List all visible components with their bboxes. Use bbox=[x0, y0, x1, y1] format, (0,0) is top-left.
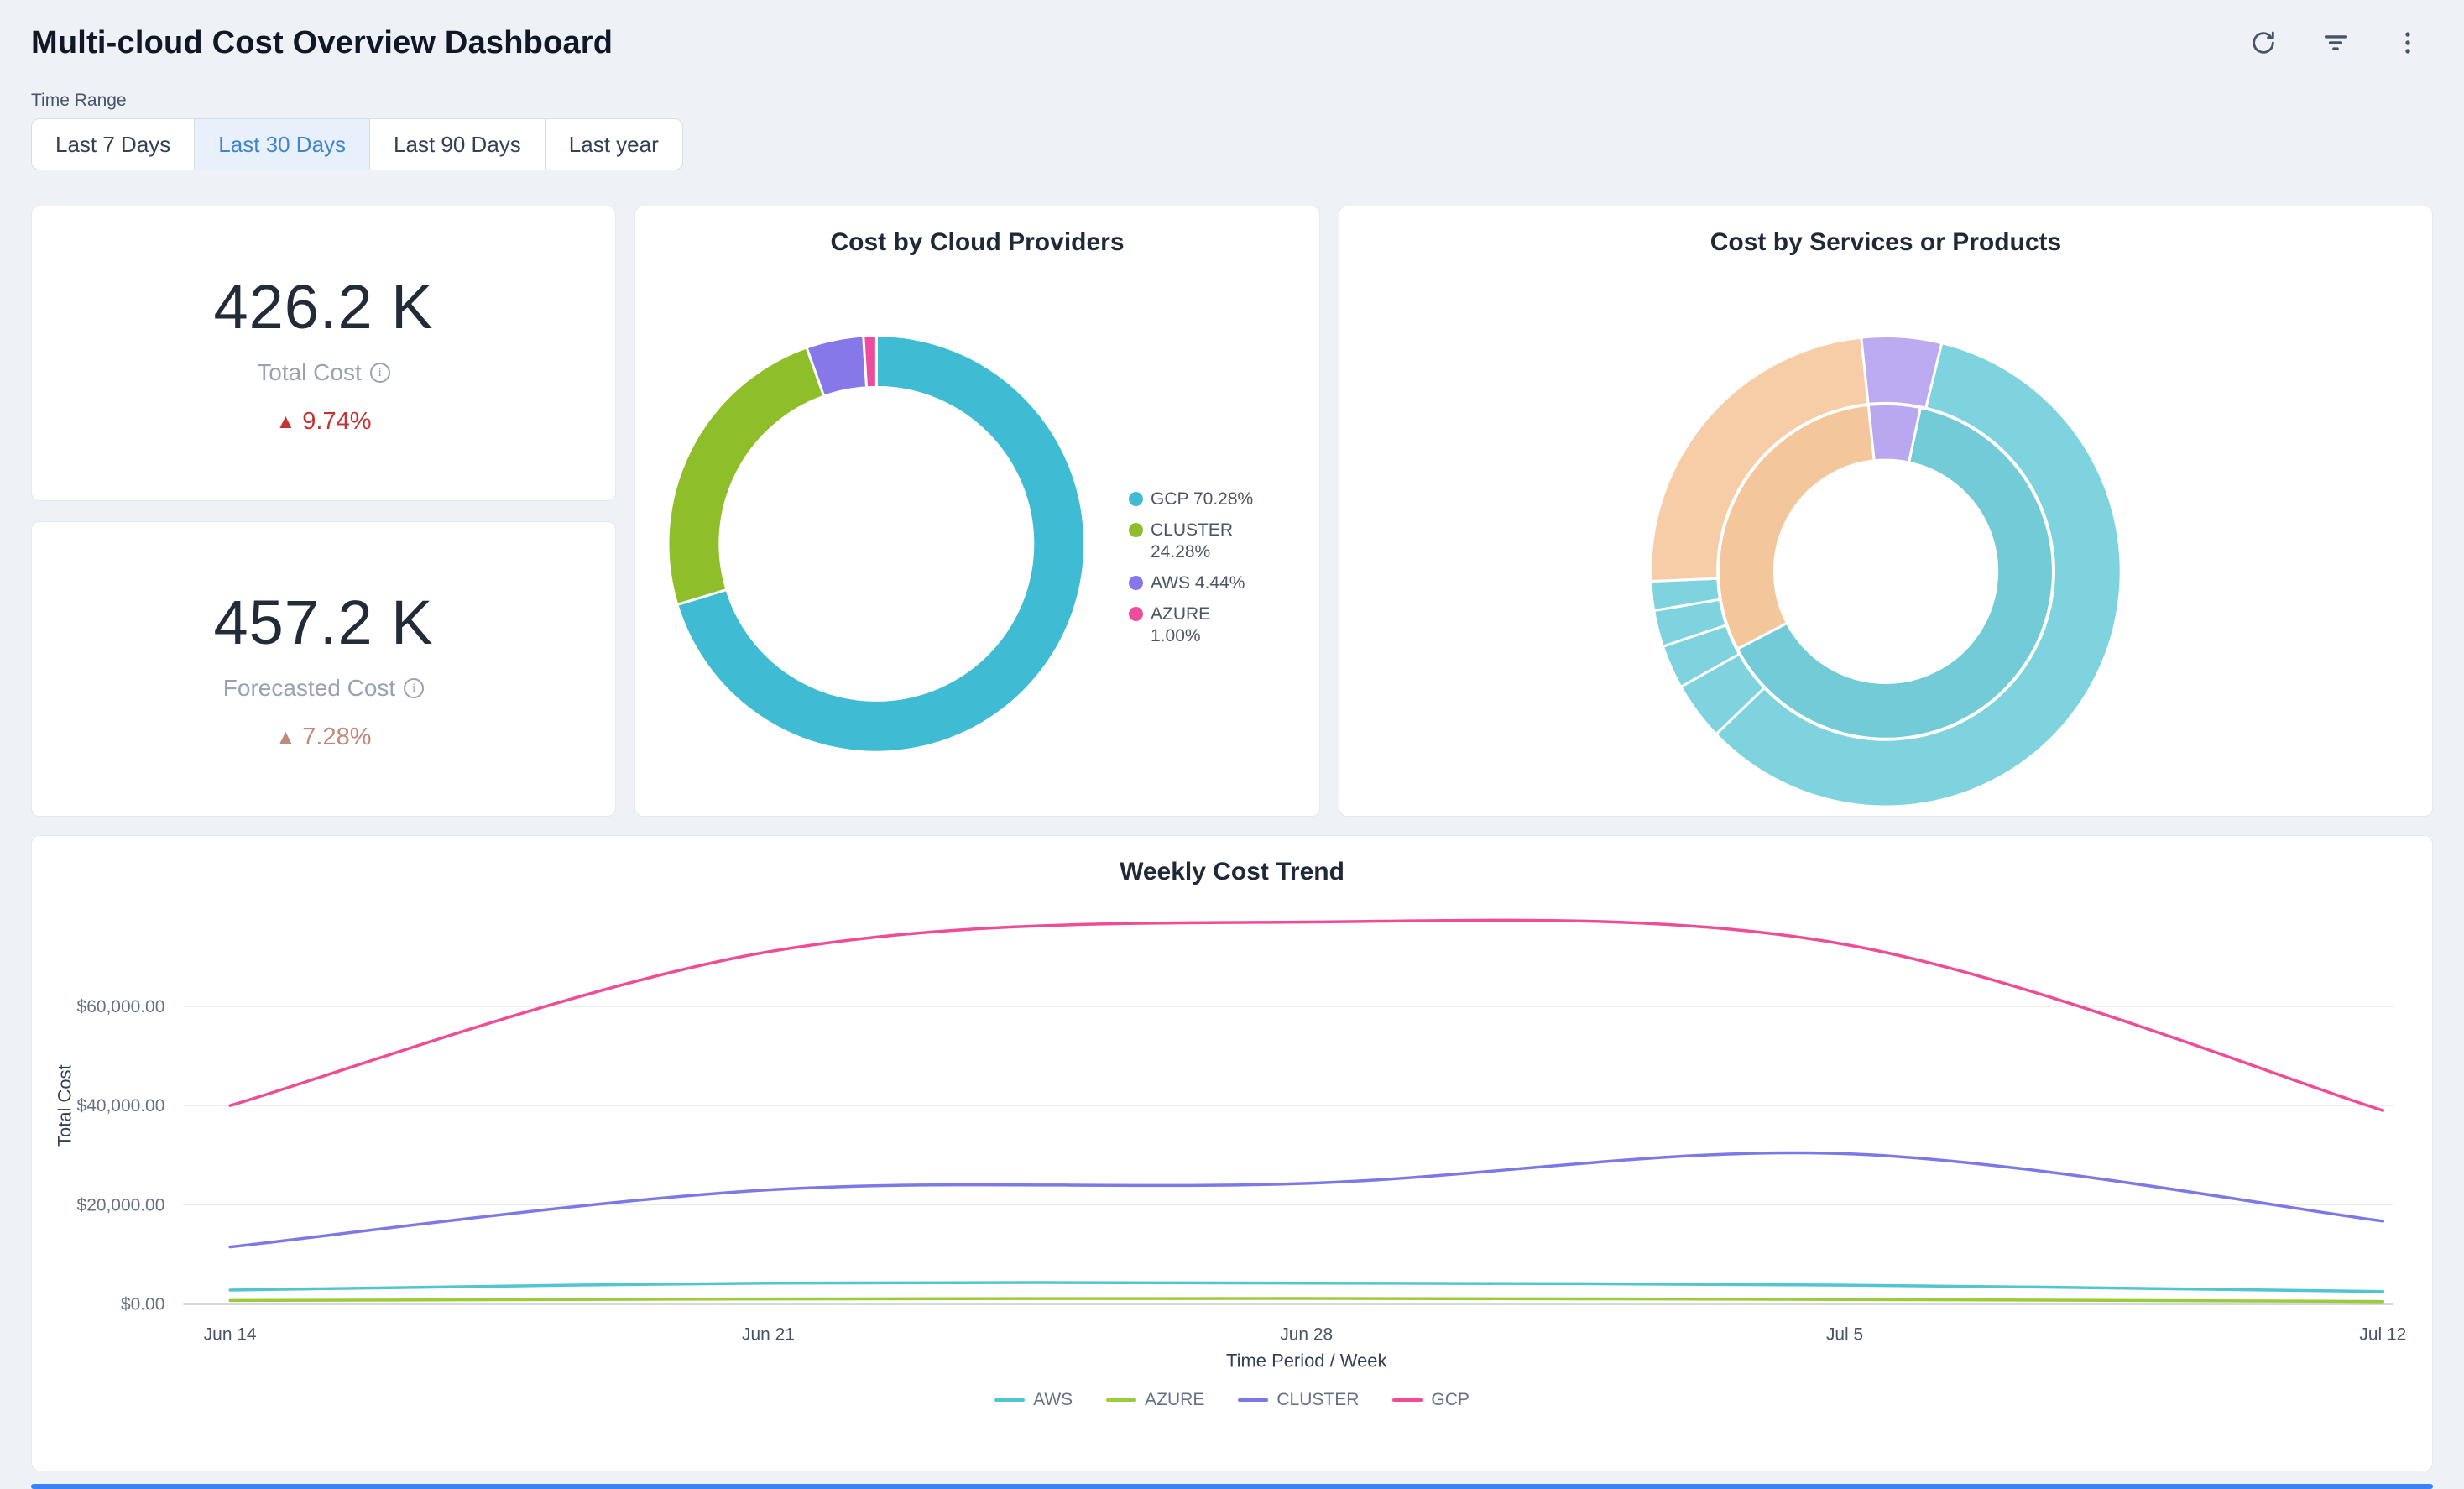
cards-row: 426.2 K Total Cost i ▲ 9.74% 457.2 K For… bbox=[31, 206, 2433, 817]
page-title: Multi-cloud Cost Overview Dashboard bbox=[31, 25, 613, 61]
legend-dot-icon bbox=[1129, 607, 1143, 621]
y-tick-label: $60,000.00 bbox=[77, 997, 165, 1016]
series-line-gcp[interactable] bbox=[230, 920, 2383, 1110]
legend-line-icon bbox=[1238, 1398, 1268, 1402]
kebab-menu-icon bbox=[2394, 29, 2422, 57]
total-cost-card: 426.2 K Total Cost i ▲ 9.74% bbox=[31, 206, 616, 501]
legend-label: GCP 70.28% bbox=[1151, 488, 1253, 510]
delta-value: 9.74% bbox=[302, 408, 371, 436]
legend-line-icon bbox=[1106, 1398, 1136, 1402]
legend-label: GCP bbox=[1431, 1390, 1470, 1410]
y-axis-title: Total Cost bbox=[55, 1064, 76, 1147]
legend-dot-icon bbox=[1129, 523, 1143, 537]
x-tick-label: Jun 28 bbox=[1280, 1324, 1333, 1344]
cost-by-services-card: Cost by Services or Products bbox=[1339, 206, 2433, 817]
time-range-last-30-days[interactable]: Last 30 Days bbox=[194, 118, 370, 170]
legend-label: AZURE 1.00% bbox=[1151, 603, 1265, 647]
legend-item-gcp[interactable]: GCP bbox=[1392, 1390, 1470, 1410]
kpi-column: 426.2 K Total Cost i ▲ 9.74% 457.2 K For… bbox=[31, 206, 616, 817]
forecasted-cost-value: 457.2 K bbox=[213, 587, 433, 658]
up-arrow-icon: ▲ bbox=[276, 410, 296, 434]
y-tick-label: $40,000.00 bbox=[77, 1096, 165, 1115]
delta-value: 7.28% bbox=[302, 724, 371, 751]
legend-label: AWS bbox=[1033, 1390, 1073, 1410]
filter-button[interactable] bbox=[2319, 26, 2352, 60]
x-tick-label: Jun 14 bbox=[204, 1324, 257, 1344]
series-line-cluster[interactable] bbox=[230, 1152, 2383, 1246]
bottom-accent-bar bbox=[31, 1484, 2433, 1489]
up-arrow-icon: ▲ bbox=[276, 726, 296, 750]
legend-dot-icon bbox=[1129, 492, 1143, 506]
weekly-cost-trend-card: Weekly Cost Trend $0.00$20,000.00$40,000… bbox=[31, 835, 2433, 1471]
slice-cluster[interactable] bbox=[668, 347, 824, 605]
services-sunburst-chart[interactable] bbox=[1339, 206, 2432, 816]
time-range-group: Last 7 DaysLast 30 DaysLast 90 DaysLast … bbox=[31, 118, 683, 170]
refresh-button[interactable] bbox=[2247, 26, 2280, 60]
legend-line-icon bbox=[994, 1398, 1025, 1402]
dashboard-page: Multi-cloud Cost Overview Dashboard bbox=[0, 0, 2464, 1471]
weekly-cost-trend-chart[interactable]: $0.00 $20,000.00 $40,000.00 $60,000.00 Jun 1… bbox=[32, 836, 2432, 1471]
legend-dot-icon bbox=[1129, 576, 1143, 590]
x-axis-title: Time Period / Week bbox=[1226, 1350, 1386, 1371]
forecasted-cost-label: Forecasted Cost i bbox=[223, 675, 424, 702]
legend-item-cluster[interactable]: CLUSTER bbox=[1238, 1390, 1359, 1410]
y-tick-label: $20,000.00 bbox=[77, 1195, 165, 1215]
x-tick-label: Jun 21 bbox=[742, 1324, 795, 1344]
series-line-aws[interactable] bbox=[230, 1283, 2383, 1292]
refresh-icon bbox=[2249, 29, 2278, 57]
x-tick-label: Jul 5 bbox=[1826, 1324, 1863, 1344]
legend-label: CLUSTER 24.28% bbox=[1151, 520, 1265, 563]
x-tick-label: Jul 12 bbox=[2359, 1324, 2406, 1344]
info-icon[interactable]: i bbox=[370, 363, 390, 383]
y-tick-label: $0.00 bbox=[121, 1295, 164, 1314]
more-options-button[interactable] bbox=[2391, 26, 2425, 60]
total-cost-delta: ▲ 9.74% bbox=[276, 408, 372, 436]
legend-item-cluster[interactable]: CLUSTER 24.28% bbox=[1129, 520, 1265, 563]
time-range-last-7-days[interactable]: Last 7 Days bbox=[31, 118, 195, 170]
time-range-label: Time Range bbox=[31, 91, 2433, 111]
forecasted-cost-card: 457.2 K Forecasted Cost i ▲ 7.28% bbox=[31, 521, 616, 817]
legend-label: CLUSTER bbox=[1276, 1390, 1359, 1410]
header: Multi-cloud Cost Overview Dashboard bbox=[31, 13, 2433, 72]
legend-item-aws[interactable]: AWS bbox=[994, 1390, 1073, 1410]
header-actions bbox=[2247, 26, 2433, 60]
time-range-section: Time Range Last 7 DaysLast 30 DaysLast 9… bbox=[31, 91, 2433, 170]
cost-by-providers-card: Cost by Cloud Providers GCP 70.28%CLUSTE… bbox=[634, 206, 1320, 817]
legend-label: AWS 4.44% bbox=[1151, 572, 1245, 594]
providers-legend: GCP 70.28% CLUSTER 24.28% AWS 4.44% AZURE 1… bbox=[1129, 488, 1265, 656]
info-icon[interactable]: i bbox=[404, 678, 424, 698]
total-cost-value: 426.2 K bbox=[213, 271, 433, 342]
forecasted-cost-delta: ▲ 7.28% bbox=[276, 724, 372, 751]
trend-legend: AWS AZURE CLUSTER GCP bbox=[32, 1390, 2432, 1410]
total-cost-label: Total Cost i bbox=[257, 359, 390, 386]
slice-azure[interactable] bbox=[864, 336, 877, 388]
legend-item-azure[interactable]: AZURE 1.00% bbox=[1129, 603, 1265, 647]
legend-label: AZURE bbox=[1145, 1390, 1204, 1410]
time-range-last-year[interactable]: Last year bbox=[545, 118, 683, 170]
legend-item-aws[interactable]: AWS 4.44% bbox=[1129, 572, 1265, 594]
series-line-azure[interactable] bbox=[230, 1298, 2383, 1302]
time-range-last-90-days[interactable]: Last 90 Days bbox=[369, 118, 546, 170]
legend-item-azure[interactable]: AZURE bbox=[1106, 1390, 1204, 1410]
legend-item-gcp[interactable]: GCP 70.28% bbox=[1129, 488, 1265, 510]
filter-icon bbox=[2321, 29, 2350, 57]
legend-line-icon bbox=[1392, 1398, 1423, 1402]
